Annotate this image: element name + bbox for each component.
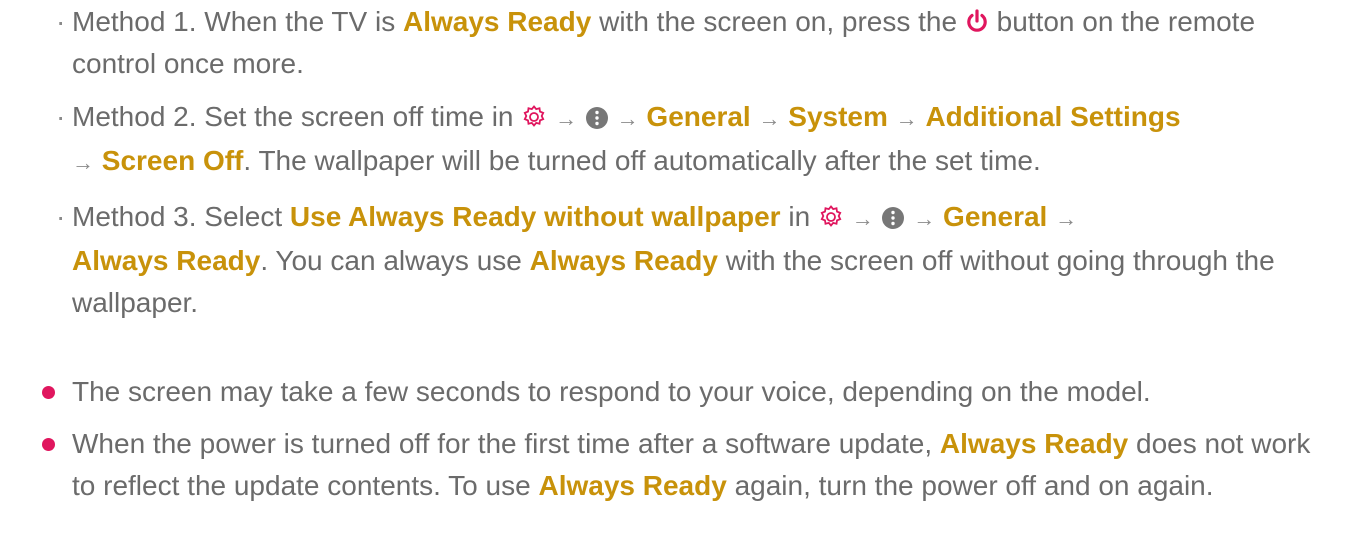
notes-list: The screen may take a few seconds to res… xyxy=(40,371,1340,517)
arrow-icon: → xyxy=(758,106,781,131)
arrow-icon: → xyxy=(72,150,94,175)
method-2-text: Method 2. Set the screen off time in xyxy=(72,101,522,132)
note-text: When the power is turned off for the fir… xyxy=(72,428,940,459)
method-3-text: Method 3. Select xyxy=(72,201,290,232)
arrow-icon: → xyxy=(555,106,578,131)
list-mark: · xyxy=(56,6,66,37)
note-item-update: When the power is turned off for the fir… xyxy=(40,423,1340,507)
arrow-icon: → xyxy=(616,106,639,131)
screen-off-term: Screen Off xyxy=(101,145,244,176)
method-2-item: · Method 2. Set the screen off time in → … xyxy=(56,96,1346,184)
method-1-text: Method 1. When the TV is xyxy=(72,6,403,37)
settings-gear-icon xyxy=(521,104,547,130)
list-mark: · xyxy=(56,201,66,232)
arrow-icon: → xyxy=(895,106,918,131)
general-term: General xyxy=(943,201,1048,232)
manual-page: · Method 1. When the TV is Always Ready w… xyxy=(0,0,1358,552)
general-term: General xyxy=(646,101,751,132)
always-ready-term: Always Ready xyxy=(402,6,592,37)
power-icon xyxy=(965,9,989,35)
always-ready-term: Always Ready xyxy=(72,245,261,276)
always-ready-term: Always Ready xyxy=(538,470,727,501)
arrow-icon: → xyxy=(851,206,874,231)
always-ready-term: Always Ready xyxy=(939,428,1129,459)
list-mark: · xyxy=(56,101,66,132)
settings-gear-icon xyxy=(818,204,844,230)
arrow-icon: → xyxy=(913,206,936,231)
method-list: · Method 1. When the TV is Always Ready w… xyxy=(56,0,1346,336)
system-term: System xyxy=(788,101,888,132)
arrow-icon: → xyxy=(1055,206,1078,231)
always-ready-term: Always Ready xyxy=(529,245,718,276)
method-3-item: · Method 3. Select Use Always Ready witho… xyxy=(56,196,1346,324)
method-1-item: · Method 1. When the TV is Always Ready w… xyxy=(56,1,1346,85)
additional-settings-term: Additional Settings xyxy=(925,101,1181,132)
more-menu-icon xyxy=(881,206,905,230)
bullet-dot xyxy=(42,386,55,399)
use-always-ready-without-wallpaper-term: Use Always Ready without wallpaper xyxy=(289,201,781,232)
note-item-voice: The screen may take a few seconds to res… xyxy=(40,371,1340,413)
more-menu-icon xyxy=(585,106,609,130)
note-text: The screen may take a few seconds to res… xyxy=(72,376,1151,407)
bullet-dot xyxy=(42,438,55,451)
